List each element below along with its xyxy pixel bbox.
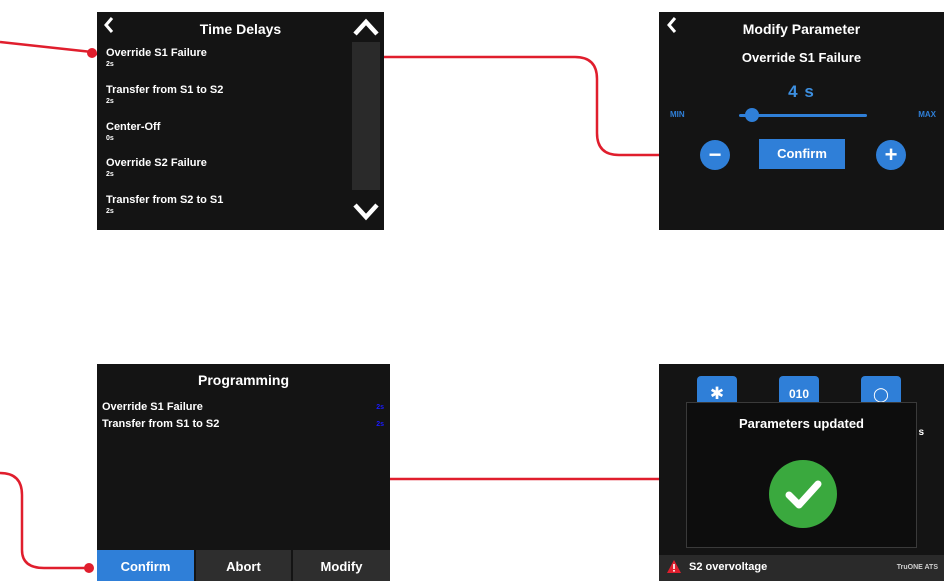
list-item[interactable]: Transfer from S2 to S1 2s xyxy=(106,194,356,215)
item-name: Override S2 Failure xyxy=(106,157,207,169)
item-value: 2s xyxy=(106,208,114,215)
item-value: 2s xyxy=(106,61,114,68)
status-text: S2 overvoltage xyxy=(689,561,768,573)
plus-icon[interactable]: + xyxy=(876,140,906,170)
summary-row-name: Override S1 Failure xyxy=(102,401,203,413)
parameter-name: Override S1 Failure xyxy=(741,50,862,65)
page-title: Programming xyxy=(197,372,289,388)
background-text: s xyxy=(918,427,924,438)
abort-button[interactable]: Abort xyxy=(196,550,291,581)
connector-dot xyxy=(84,563,94,573)
modify-button[interactable]: Modify xyxy=(293,550,390,581)
summary-row-value: 2s xyxy=(376,404,384,411)
item-value: 2s xyxy=(106,171,114,178)
page-title: Time Delays xyxy=(199,21,282,37)
programming-screen: Programming Override S1 Failure 2s Trans… xyxy=(97,364,390,581)
item-name: Center-Off xyxy=(106,121,161,133)
button-bar: Confirm Abort Modify xyxy=(97,550,390,581)
confirmation-dialog: Parameters updated xyxy=(686,402,917,548)
checkmark-icon xyxy=(769,460,837,528)
warning-icon xyxy=(667,560,681,578)
minus-icon[interactable]: − xyxy=(700,140,730,170)
status-bar: S2 overvoltage TruONE ATS xyxy=(659,555,944,581)
connector-dot xyxy=(87,48,97,58)
chevron-up-icon[interactable] xyxy=(352,17,380,42)
value-slider-handle[interactable] xyxy=(744,108,759,122)
parameters-updated-screen: ✱ 010 ◯ s Parameters updated S2 overvolt… xyxy=(659,364,944,581)
modify-parameter-screen: Modify Parameter Override S1 Failure 4 s… xyxy=(659,12,944,230)
scrollbar[interactable] xyxy=(352,42,380,190)
max-label: MAX xyxy=(918,110,936,119)
list-item[interactable]: Override S2 Failure 2s xyxy=(106,157,356,178)
page-title: Modify Parameter xyxy=(742,21,861,37)
chevron-down-icon[interactable] xyxy=(352,202,380,227)
parameter-value: 4 s xyxy=(788,82,815,101)
item-name: Transfer from S1 to S2 xyxy=(106,84,224,96)
time-delays-screen: Time Delays Override S1 Failure 2s Trans… xyxy=(97,12,384,230)
item-name: Override S1 Failure xyxy=(106,47,207,59)
confirm-button[interactable]: Confirm xyxy=(97,550,194,581)
connector-line-to-confirm xyxy=(0,471,89,570)
dialog-title: Parameters updated xyxy=(739,416,864,431)
list-item[interactable]: Override S1 Failure 2s xyxy=(106,47,356,68)
list-item[interactable]: Transfer from S1 to S2 2s xyxy=(106,84,356,105)
summary-row-value: 2s xyxy=(376,421,384,428)
list-item[interactable]: Center-Off 0s xyxy=(106,121,356,142)
min-label: MIN xyxy=(670,110,685,119)
item-value: 2s xyxy=(106,98,114,105)
brand-logo: TruONE ATS xyxy=(896,564,938,571)
item-name: Transfer from S2 to S1 xyxy=(106,194,224,206)
confirm-button[interactable]: Confirm xyxy=(759,139,845,169)
item-value: 0s xyxy=(106,135,114,142)
summary-row-name: Transfer from S1 to S2 xyxy=(102,418,220,430)
